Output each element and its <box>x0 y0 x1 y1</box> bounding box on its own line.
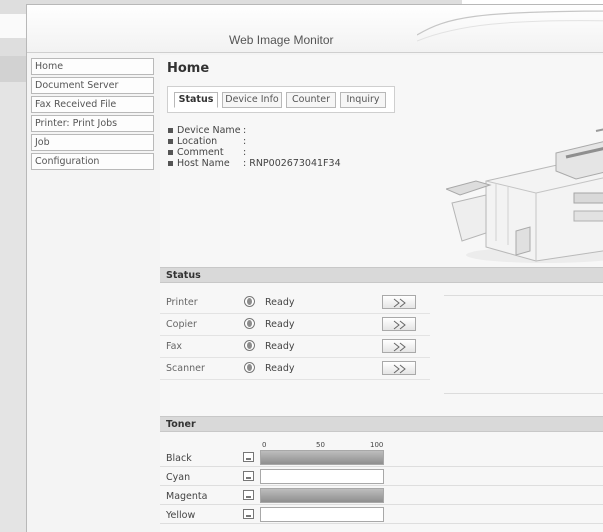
sidebar-nav: Home Document Server Fax Received File P… <box>31 58 154 172</box>
divider <box>444 393 603 394</box>
fax-details-button[interactable] <box>382 339 416 353</box>
top-left-strip <box>0 14 26 38</box>
sidebar-item-configuration[interactable]: Configuration <box>31 153 154 170</box>
web-image-monitor-window: Web Image Monitor Home Document Server F… <box>26 4 603 532</box>
toner-row-cyan: Cyan <box>160 467 603 486</box>
toner-list: Black Cyan Magenta Yellow <box>160 448 603 524</box>
tab-device-info[interactable]: Device Info <box>222 92 282 108</box>
status-icon <box>244 296 255 307</box>
tab-bar: Status Device Info Counter Inquiry <box>167 86 395 113</box>
printer-image <box>446 128 603 263</box>
status-row-copier: Copier Ready <box>160 314 430 336</box>
device-info-list: Device Name : Location : Comment : Host … <box>167 125 341 169</box>
double-chevron-right-icon <box>393 364 406 374</box>
sidebar-item-document-server[interactable]: Document Server <box>31 77 154 94</box>
info-row-host-name: Host Name : RNP002673041F34 <box>167 158 341 169</box>
copier-details-button[interactable] <box>382 317 416 331</box>
status-list: Printer Ready Copier Ready Fax Ready Sca… <box>160 292 430 380</box>
toner-level-fill <box>261 451 383 464</box>
toner-row-yellow: Yellow <box>160 505 603 524</box>
sidebar-item-job[interactable]: Job <box>31 134 154 151</box>
sidebar-item-home[interactable]: Home <box>31 58 154 75</box>
toner-row-black: Black <box>160 448 603 467</box>
page-title: Home <box>167 61 210 76</box>
double-chevron-right-icon <box>393 320 406 330</box>
sidebar-item-fax-received-file[interactable]: Fax Received File <box>31 96 154 113</box>
scanner-details-button[interactable] <box>382 361 416 375</box>
status-panel-dividers <box>444 295 603 395</box>
toner-level-fill <box>261 489 383 502</box>
status-row-printer: Printer Ready <box>160 292 430 314</box>
status-icon <box>244 318 255 329</box>
bullet-square-icon <box>168 161 173 166</box>
status-section-header: Status <box>160 267 603 283</box>
info-row-location: Location : <box>167 136 341 147</box>
tab-counter[interactable]: Counter <box>286 92 336 108</box>
toner-level-bar <box>260 469 384 484</box>
app-title: Web Image Monitor <box>229 33 334 47</box>
main-content: Home Status Device Info Counter Inquiry … <box>160 55 603 532</box>
printer-details-button[interactable] <box>382 295 416 309</box>
divider <box>444 295 603 296</box>
sidebar-item-printer-print-jobs[interactable]: Printer: Print Jobs <box>31 115 154 132</box>
toner-cartridge-icon <box>243 509 254 519</box>
double-chevron-right-icon <box>393 342 406 352</box>
status-row-scanner: Scanner Ready <box>160 358 430 380</box>
toner-level-bar <box>260 450 384 465</box>
toner-cartridge-icon <box>243 490 254 500</box>
toner-row-magenta: Magenta <box>160 486 603 505</box>
tab-inquiry[interactable]: Inquiry <box>340 92 386 108</box>
header-swoosh-decoration <box>417 10 603 42</box>
bullet-square-icon <box>168 139 173 144</box>
toner-level-bar <box>260 507 384 522</box>
header: Web Image Monitor <box>27 5 603 53</box>
bullet-square-icon <box>168 128 173 133</box>
toner-cartridge-icon <box>243 452 254 462</box>
status-icon <box>244 362 255 373</box>
double-chevron-right-icon <box>393 298 406 308</box>
bullet-square-icon <box>168 150 173 155</box>
toner-cartridge-icon <box>243 471 254 481</box>
status-row-fax: Fax Ready <box>160 336 430 358</box>
toner-section-header: Toner <box>160 416 603 432</box>
tab-status[interactable]: Status <box>174 92 218 108</box>
info-row-device-name: Device Name : <box>167 125 341 136</box>
status-icon <box>244 340 255 351</box>
toner-level-bar <box>260 488 384 503</box>
info-row-comment: Comment : <box>167 147 341 158</box>
left-shade-strip <box>0 56 26 82</box>
